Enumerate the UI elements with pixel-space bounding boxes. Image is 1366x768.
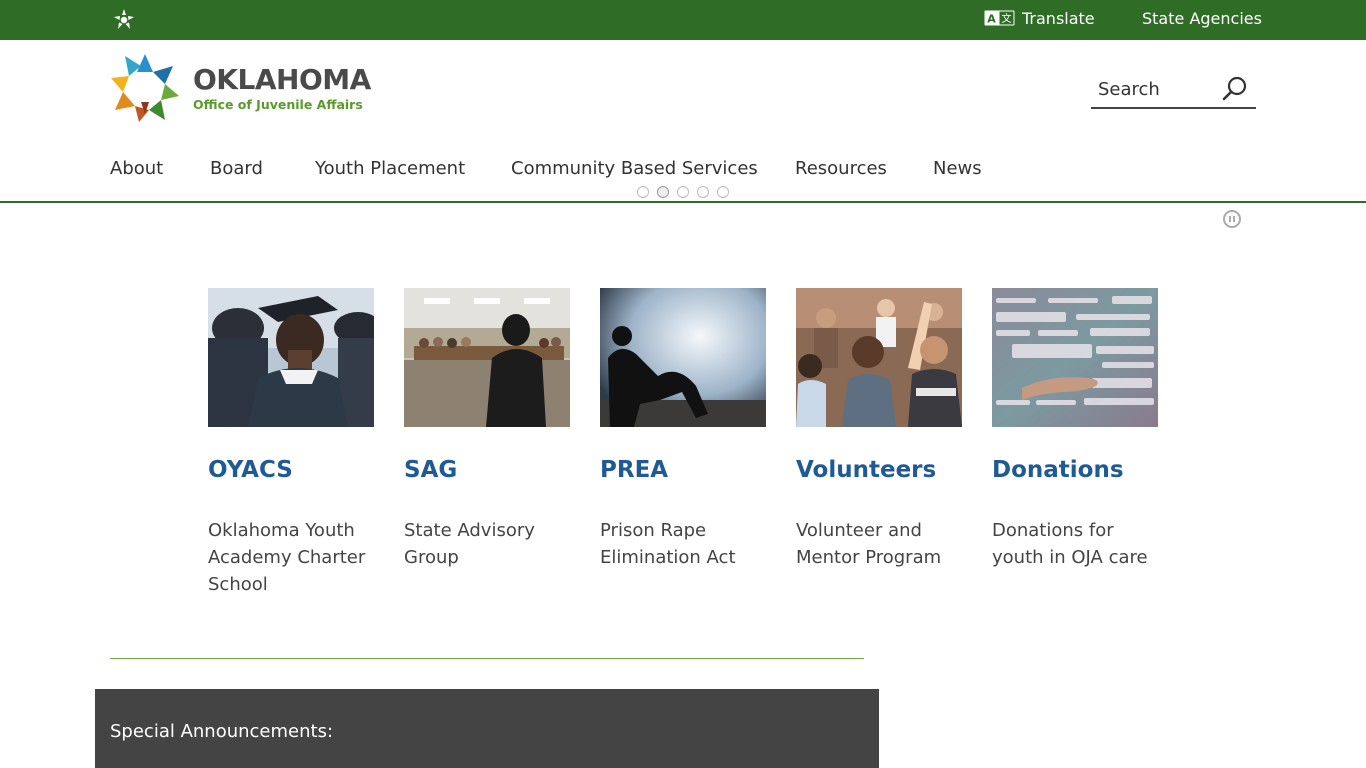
nav-item-about[interactable]: About xyxy=(110,158,163,179)
nav-item-youth-placement[interactable]: Youth Placement xyxy=(315,158,465,179)
card-volunteers: Volunteers Volunteer and Mentor Program xyxy=(796,288,962,568)
translate-label: Translate xyxy=(1022,8,1095,28)
logo-subtitle: Office of Juvenile Affairs xyxy=(193,97,363,112)
svg-text:文: 文 xyxy=(1002,12,1012,25)
special-announcements-heading: Special Announcements: xyxy=(110,721,334,742)
carousel-dot-3[interactable] xyxy=(677,186,689,198)
carousel-dot-4[interactable] xyxy=(697,186,709,198)
search-icon[interactable] xyxy=(1222,76,1248,102)
card-description-oyacs: Oklahoma Youth Academy Charter School xyxy=(208,520,366,595)
carousel-dot-5[interactable] xyxy=(717,186,729,198)
oklahoma-star-icon[interactable] xyxy=(112,8,136,32)
audience-photo[interactable] xyxy=(796,288,962,427)
section-divider xyxy=(110,658,864,659)
meeting-photo[interactable] xyxy=(404,288,570,427)
search-box xyxy=(1091,72,1256,109)
card-description-sag: State Advisory Group xyxy=(404,520,535,568)
carousel-pause-button[interactable] xyxy=(1223,210,1241,228)
card-description-donations: Donations for youth in OJA care xyxy=(992,520,1148,568)
card-description-volunteers: Volunteer and Mentor Program xyxy=(796,520,942,568)
nav-divider xyxy=(0,201,1366,203)
translate-icon: A 文 xyxy=(984,10,1015,26)
nav-item-news[interactable]: News xyxy=(933,158,982,179)
nav-item-community-based-services[interactable]: Community Based Services xyxy=(511,158,758,179)
card-description-prea: Prison Rape Elimination Act xyxy=(600,520,736,568)
card-title-sag[interactable]: SAG xyxy=(404,457,457,483)
nav-item-resources[interactable]: Resources xyxy=(795,158,887,179)
nav-item-board[interactable]: Board xyxy=(210,158,263,179)
oja-logo-link[interactable]: OKLAHOMA Office of Juvenile Affairs xyxy=(109,52,371,126)
special-announcements-panel: Special Announcements: xyxy=(95,689,879,768)
carousel-dot-1[interactable] xyxy=(637,186,649,198)
carousel-dot-2[interactable] xyxy=(657,186,669,198)
state-agencies-link[interactable]: State Agencies xyxy=(1142,0,1262,36)
oja-star-logo-icon xyxy=(111,54,179,122)
card-donations: Donations Donations for youth in OJA car… xyxy=(992,288,1158,568)
carousel-dots xyxy=(637,186,729,198)
card-title-prea[interactable]: PREA xyxy=(600,457,668,483)
card-oyacs: OYACS Oklahoma Youth Academy Charter Sch… xyxy=(208,288,374,595)
card-sag: SAG State Advisory Group xyxy=(404,288,570,568)
card-title-donations[interactable]: Donations xyxy=(992,457,1124,483)
graduates-photo[interactable] xyxy=(208,288,374,427)
silhouette-photo[interactable] xyxy=(600,288,766,427)
search-input[interactable] xyxy=(1091,72,1221,106)
card-prea: PREA Prison Rape Elimination Act xyxy=(600,288,766,568)
card-title-oyacs[interactable]: OYACS xyxy=(208,457,293,483)
logo-wordmark: OKLAHOMA xyxy=(193,63,371,96)
translate-button[interactable]: A 文 Translate xyxy=(984,0,1095,36)
svg-text:A: A xyxy=(987,13,996,26)
charity-word-cloud-photo[interactable] xyxy=(992,288,1158,427)
top-bar: A 文 Translate State Agencies xyxy=(0,0,1366,40)
card-title-volunteers[interactable]: Volunteers xyxy=(796,457,936,483)
